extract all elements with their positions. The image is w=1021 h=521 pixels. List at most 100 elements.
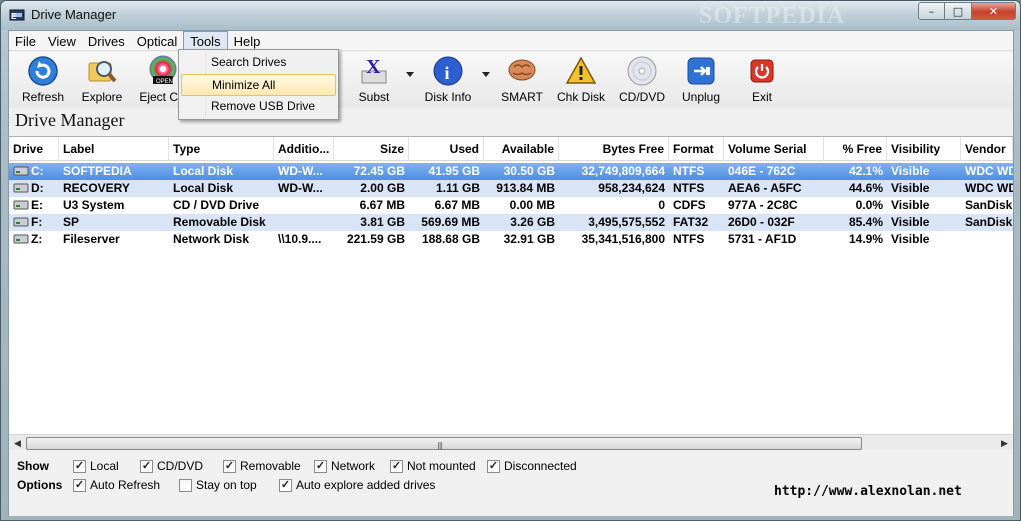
cell-text: 958,234,624 [598,181,665,195]
col-header-drive[interactable]: Drive [9,137,59,161]
checkbox-box[interactable]: ✓ [73,478,86,492]
cell-text: 14.9% [848,232,883,246]
cell-size: 72.45 GB [334,163,409,180]
svg-text:i: i [445,63,450,83]
hdd-drive-icon [13,183,29,193]
col-header-format[interactable]: Format [669,137,724,161]
checkbox-box[interactable]: ✓ [279,478,292,492]
maximize-button[interactable]: □ [945,2,972,20]
cell-text: 35,341,516,800 [581,232,665,246]
cd-dvd-button[interactable]: CD/DVD [617,54,667,104]
close-button[interactable]: ✕ [972,2,1016,20]
col-header-used[interactable]: Used [409,137,484,161]
cell-text: 046E - 762C [728,164,796,178]
col-header-bytes-free[interactable]: Bytes Free [559,137,669,161]
menu-view[interactable]: View [42,31,82,51]
table-row[interactable]: F: SP Removable Disk 3.81 GB 569.69 MB 3.26 G… [9,214,1013,231]
explore-button[interactable]: Explore [77,54,127,104]
cell-text: 44.6% [848,181,883,195]
checkbox-label: Stay on top [196,478,257,492]
col-header-volume-serial[interactable]: Volume Serial [724,137,824,161]
menu-tools[interactable]: Tools [183,31,228,51]
cell-text: 188.68 GB [421,232,480,246]
col-header-type[interactable]: Type [169,137,274,161]
unplug-button[interactable]: Unplug [677,54,725,104]
cell-text: 221.59 GB [346,232,405,246]
show-network-checkbox[interactable]: ✓ Network [314,459,375,473]
minimize-button[interactable]: – [918,2,945,20]
menu-item-search-drives[interactable]: Search Drives [181,52,336,74]
cell-text: 0 [658,198,665,212]
col-header-label[interactable]: Label [59,137,169,161]
col-header-size[interactable]: Size [334,137,409,161]
show-removable-checkbox[interactable]: ✓ Removable [223,459,301,473]
menu-bar: File View Drives Optical Tools Help [9,31,1013,51]
website-link[interactable]: http://www.alexnolan.net [774,484,962,499]
chk-disk-button[interactable]: Chk Disk [557,54,605,104]
menu-item-remove-usb-drive[interactable]: Remove USB Drive [181,96,336,118]
show-not-mounted-checkbox[interactable]: ✓ Not mounted [390,459,476,473]
exit-button[interactable]: Exit [739,54,785,104]
checkbox-box[interactable]: ✓ [223,459,236,473]
show-local-checkbox[interactable]: ✓ Local [73,459,119,473]
cell-text: WDC WD [965,181,1013,195]
client-area: File View Drives Optical Tools Help Refr… [8,30,1014,516]
checkbox-box[interactable]: ✓ [390,459,403,473]
col-header-available[interactable]: Available [484,137,559,161]
menu-drives[interactable]: Drives [82,31,131,51]
option-stay-on-top-checkbox[interactable]: Stay on top [179,478,257,492]
refresh-button[interactable]: Refresh [19,54,67,104]
smart-button[interactable]: SMART [499,54,545,104]
checkbox-box[interactable]: ✓ [140,459,153,473]
scroll-right-arrow[interactable]: ▶ [996,435,1013,450]
table-row[interactable]: Z: Fileserver Network Disk \\10.9.... 221.59… [9,231,1013,248]
disk-info-button[interactable]: i Disk Info [423,54,473,104]
menu-file[interactable]: File [9,31,42,51]
cell-visibility: Visible [887,197,961,214]
disk-info-dropdown-arrow[interactable] [482,72,490,77]
cell-drive: D: [9,180,59,197]
cell-text: SOFTPEDIA [63,164,132,178]
cell-text: 6.67 MB [434,198,480,212]
checkbox-box[interactable]: ✓ [73,459,86,473]
cell-text: C: [31,164,44,178]
checkbox-box[interactable] [179,478,192,492]
horizontal-scrollbar[interactable]: ◀ ||| ▶ [9,434,1013,450]
scroll-left-arrow[interactable]: ◀ [9,435,26,450]
cell-vendor: WDC WD [961,163,1013,180]
cell-format: CDFS [669,197,724,214]
checkbox-box[interactable]: ✓ [314,459,327,473]
subst-button[interactable]: X Subst [352,54,396,104]
magnifier-icon [88,61,117,83]
col-header-vendor[interactable]: Vendor [961,137,1013,161]
col-header-visibility[interactable]: Visibility [887,137,961,161]
cell-available: 30.50 GB [484,163,559,180]
show-cd-dvd-checkbox[interactable]: ✓ CD/DVD [140,459,203,473]
option-auto-explore-added-drives-checkbox[interactable]: ✓ Auto explore added drives [279,478,435,492]
scrollbar-thumb[interactable]: ||| [26,437,862,450]
cell-available: 32.91 GB [484,231,559,248]
subst-dropdown-arrow[interactable] [406,72,414,77]
menu-optical[interactable]: Optical [131,31,183,51]
cell-bytes-free: 32,749,809,664 [559,163,669,180]
cell-text: 3,495,575,552 [588,215,665,229]
cell-text: 2.00 GB [360,181,405,195]
table-row[interactable]: C: SOFTPEDIA Local Disk WD-W... 72.45 GB 41.9… [9,163,1013,180]
cell-drive: Z: [9,231,59,248]
cell-text: 32.91 GB [503,232,555,246]
checkbox-box[interactable]: ✓ [487,459,500,473]
col-header-additional[interactable]: Additio... [274,137,334,161]
cell-text: Local Disk [173,181,234,195]
menu-item-minimize-all[interactable]: Minimize All [181,74,336,96]
menu-help[interactable]: Help [228,31,267,51]
cell-type: Local Disk [169,180,274,197]
app-window: E Drive Manager SOFTPEDIA – □ ✕ File Vie… [0,0,1021,521]
title-bar[interactable]: E Drive Manager SOFTPEDIA – □ ✕ [1,1,1020,30]
cell-volume-serial: 26D0 - 032F [724,214,824,231]
col-header-pct-free[interactable]: % Free [824,137,887,161]
table-row[interactable]: E: U3 System CD / DVD Drive 6.67 MB 6.67 MB 0… [9,197,1013,214]
cell-text: NTFS [673,232,705,246]
show-disconnected-checkbox[interactable]: ✓ Disconnected [487,459,577,473]
table-row[interactable]: D: RECOVERY Local Disk WD-W... 2.00 GB 1.11 G… [9,180,1013,197]
option-auto-refresh-checkbox[interactable]: ✓ Auto Refresh [73,478,160,492]
